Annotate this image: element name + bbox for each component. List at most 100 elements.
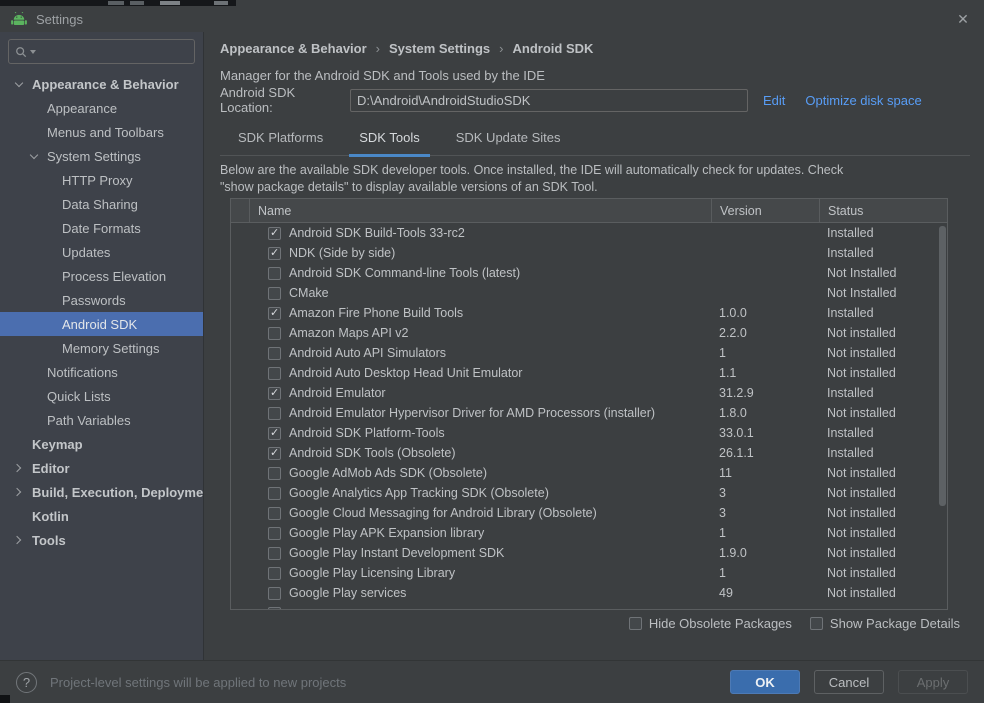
hide-obsolete-packages-checkbox[interactable]: Hide Obsolete Packages: [629, 616, 792, 631]
header-name[interactable]: Name: [249, 199, 711, 222]
table-row-google-analytics-app-tracking-sdk-obsolete[interactable]: Google Analytics App Tracking SDK (Obsol…: [231, 483, 947, 503]
table-row-google-play-services[interactable]: Google Play services49Not installed: [231, 583, 947, 603]
package-version: 31.2.9: [711, 383, 819, 403]
sidebar-item-passwords[interactable]: Passwords: [0, 288, 203, 312]
header-status[interactable]: Status: [819, 199, 949, 222]
sidebar-item-label: HTTP Proxy: [62, 173, 133, 188]
sidebar-item-tools[interactable]: Tools: [0, 528, 203, 552]
optimize-disk-space-link[interactable]: Optimize disk space: [805, 93, 921, 108]
vertical-scrollbar[interactable]: [939, 226, 946, 506]
package-checkbox[interactable]: [268, 447, 281, 460]
table-row-cmake[interactable]: CMakeNot Installed: [231, 283, 947, 303]
help-icon[interactable]: ?: [16, 672, 37, 693]
sidebar-item-memory-settings[interactable]: Memory Settings: [0, 336, 203, 360]
sidebar-item-menus-and-toolbars[interactable]: Menus and Toolbars: [0, 120, 203, 144]
sidebar-item-editor[interactable]: Editor: [0, 456, 203, 480]
sidebar-item-date-formats[interactable]: Date Formats: [0, 216, 203, 240]
package-checkbox[interactable]: [268, 267, 281, 280]
sidebar-item-system-settings[interactable]: System Settings: [0, 144, 203, 168]
table-row-google-cloud-messaging-for-android-library-obsolete[interactable]: Google Cloud Messaging for Android Libra…: [231, 503, 947, 523]
package-checkbox[interactable]: [268, 347, 281, 360]
table-row-google-admob-ads-sdk-obsolete[interactable]: Google AdMob Ads SDK (Obsolete)11Not ins…: [231, 463, 947, 483]
sidebar-item-label: Appearance & Behavior: [32, 77, 179, 92]
chevron-down-icon[interactable]: [29, 154, 47, 158]
sidebar-item-notifications[interactable]: Notifications: [0, 360, 203, 384]
sidebar-item-keymap[interactable]: Keymap: [0, 432, 203, 456]
sidebar-item-label: Memory Settings: [62, 341, 160, 356]
sidebar-item-http-proxy[interactable]: HTTP Proxy: [0, 168, 203, 192]
sidebar-item-process-elevation[interactable]: Process Elevation: [0, 264, 203, 288]
tab-sdk-tools[interactable]: SDK Tools: [341, 124, 437, 155]
sidebar-item-appearance-behavior[interactable]: Appearance & Behavior: [0, 72, 203, 96]
ok-button[interactable]: OK: [730, 670, 800, 694]
table-row-google-play-licensing-library[interactable]: Google Play Licensing Library1Not instal…: [231, 563, 947, 583]
table-row-android-emulator[interactable]: Android Emulator31.2.9Installed: [231, 383, 947, 403]
package-checkbox[interactable]: [268, 607, 281, 610]
tab-sdk-platforms[interactable]: SDK Platforms: [220, 124, 341, 155]
package-checkbox[interactable]: [268, 387, 281, 400]
sidebar-item-updates[interactable]: Updates: [0, 240, 203, 264]
tab-bar: SDK PlatformsSDK ToolsSDK Update Sites: [220, 124, 970, 156]
chevron-right-icon[interactable]: [14, 465, 32, 471]
apply-button[interactable]: Apply: [898, 670, 968, 694]
breadcrumb-item-appearance-behavior[interactable]: Appearance & Behavior: [220, 41, 367, 56]
chevron-right-icon[interactable]: [14, 489, 32, 495]
package-checkbox[interactable]: [268, 427, 281, 440]
checkbox-label: Show Package Details: [830, 616, 960, 631]
package-checkbox[interactable]: [268, 487, 281, 500]
sidebar-item-kotlin[interactable]: Kotlin: [0, 504, 203, 528]
chevron-down-icon[interactable]: [14, 82, 32, 86]
table-row[interactable]: [231, 603, 947, 609]
package-name-cell: Google Play Instant Development SDK: [249, 543, 711, 563]
table-row-android-sdk-platform-tools[interactable]: Android SDK Platform-Tools33.0.1Installe…: [231, 423, 947, 443]
chevron-right-icon[interactable]: [14, 537, 32, 543]
search-options-caret-icon[interactable]: [30, 50, 36, 54]
sidebar-item-label: Path Variables: [47, 413, 131, 428]
sidebar-item-label: Data Sharing: [62, 197, 138, 212]
sdk-location-input[interactable]: [350, 89, 748, 112]
package-checkbox[interactable]: [268, 367, 281, 380]
package-checkbox[interactable]: [268, 587, 281, 600]
sidebar-item-android-sdk[interactable]: Android SDK: [0, 312, 203, 336]
table-row-amazon-maps-api-v2[interactable]: Amazon Maps API v22.2.0Not installed: [231, 323, 947, 343]
package-checkbox[interactable]: [268, 287, 281, 300]
edit-link[interactable]: Edit: [763, 93, 785, 108]
table-row-android-sdk-command-line-tools-latest[interactable]: Android SDK Command-line Tools (latest)N…: [231, 263, 947, 283]
table-row-google-play-apk-expansion-library[interactable]: Google Play APK Expansion library1Not in…: [231, 523, 947, 543]
package-checkbox[interactable]: [268, 467, 281, 480]
package-name-cell: Google Play APK Expansion library: [249, 523, 711, 543]
sidebar-item-build-execution-deployment[interactable]: Build, Execution, Deployment: [0, 480, 203, 504]
package-checkbox[interactable]: [268, 307, 281, 320]
package-checkbox[interactable]: [268, 567, 281, 580]
show-package-details-checkbox[interactable]: Show Package Details: [810, 616, 960, 631]
table-row-amazon-fire-phone-build-tools[interactable]: Amazon Fire Phone Build Tools1.0.0Instal…: [231, 303, 947, 323]
table-row-google-play-instant-development-sdk[interactable]: Google Play Instant Development SDK1.9.0…: [231, 543, 947, 563]
sidebar-item-quick-lists[interactable]: Quick Lists: [0, 384, 203, 408]
package-checkbox[interactable]: [268, 547, 281, 560]
package-checkbox[interactable]: [268, 327, 281, 340]
package-name-cell: Google Cloud Messaging for Android Libra…: [249, 503, 711, 523]
table-row-android-auto-api-simulators[interactable]: Android Auto API Simulators1Not installe…: [231, 343, 947, 363]
table-row-android-sdk-build-tools-33-rc2[interactable]: Android SDK Build-Tools 33-rc2Installed: [231, 223, 947, 243]
package-checkbox[interactable]: [268, 527, 281, 540]
package-checkbox[interactable]: [268, 507, 281, 520]
package-checkbox[interactable]: [268, 247, 281, 260]
close-icon[interactable]: ✕: [952, 11, 974, 28]
table-row-ndk-side-by-side[interactable]: NDK (Side by side)Installed: [231, 243, 947, 263]
search-input[interactable]: [8, 39, 195, 64]
sidebar-item-data-sharing[interactable]: Data Sharing: [0, 192, 203, 216]
cancel-button[interactable]: Cancel: [814, 670, 884, 694]
row-gutter: [231, 383, 249, 403]
sidebar-item-appearance[interactable]: Appearance: [0, 96, 203, 120]
tab-sdk-update-sites[interactable]: SDK Update Sites: [438, 124, 579, 155]
breadcrumb-item-android-sdk[interactable]: Android SDK: [513, 41, 594, 56]
header-version[interactable]: Version: [711, 199, 819, 222]
description-line-1: Below are the available SDK developer to…: [220, 162, 843, 179]
table-row-android-emulator-hypervisor-driver-for-amd-processors-installer[interactable]: Android Emulator Hypervisor Driver for A…: [231, 403, 947, 423]
table-row-android-auto-desktop-head-unit-emulator[interactable]: Android Auto Desktop Head Unit Emulator1…: [231, 363, 947, 383]
sidebar-item-path-variables[interactable]: Path Variables: [0, 408, 203, 432]
breadcrumb-item-system-settings[interactable]: System Settings: [389, 41, 490, 56]
package-checkbox[interactable]: [268, 227, 281, 240]
package-checkbox[interactable]: [268, 407, 281, 420]
table-row-android-sdk-tools-obsolete[interactable]: Android SDK Tools (Obsolete)26.1.1Instal…: [231, 443, 947, 463]
